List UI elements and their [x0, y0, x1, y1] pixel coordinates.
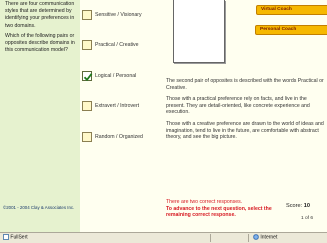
answer-option-random-organized[interactable]: Random / Organized — [82, 132, 167, 146]
answer-label: Sensitive / Visionary — [95, 12, 142, 18]
browser-status-bar: FullSert Internet — [0, 232, 327, 243]
answer-label: Extravert / Introvert — [95, 103, 140, 109]
answer-option-sensitive-visionary[interactable]: Sensitive / Visionary — [82, 10, 167, 24]
zone-indicator: Internet — [253, 234, 277, 240]
score-display: Score: 10 — [286, 203, 310, 209]
score-value: 10 — [303, 203, 310, 209]
question-prompt: Which of the following pairs or opposite… — [5, 32, 75, 54]
explanation-paragraph: Those with a creative preference are dra… — [166, 120, 324, 141]
feedback-line-1: There are two correct responses. — [166, 199, 243, 205]
question-intro: There are four communication styles that… — [5, 1, 75, 29]
page-counter: 1 of 6 — [301, 216, 314, 221]
feedback-bold-prefix: To — [166, 205, 172, 212]
score-label: Score: — [286, 203, 303, 209]
explanation-paragraph: The second pair of opposites is describe… — [166, 78, 324, 91]
answer-checkbox[interactable] — [82, 40, 92, 50]
answer-label: Practical / Creative — [95, 42, 139, 48]
page-icon — [3, 234, 9, 240]
zone-label: Internet — [260, 234, 278, 241]
answer-option-logical-personal[interactable]: Logical / Personal — [82, 71, 167, 85]
statusbar-divider — [210, 234, 211, 242]
statusbar-divider — [248, 234, 249, 242]
copyright-notice: ©2001 - 2004 Clay & Associates Inc. — [3, 205, 75, 210]
answer-label: Logical / Personal — [95, 73, 137, 79]
answer-label: Random / Organized — [95, 134, 143, 140]
status-label: FullSert — [10, 234, 28, 241]
status-text: FullSert — [3, 234, 28, 240]
answer-option-practical-creative[interactable]: Practical / Creative — [82, 40, 167, 54]
question-text: There are four communication styles that… — [5, 1, 78, 57]
personal-coach-button[interactable]: Personal Coach — [255, 25, 327, 35]
illustration-frame — [173, 0, 225, 63]
answer-option-extravert-introvert[interactable]: Extravert / Introvert — [82, 101, 167, 115]
answer-checkbox[interactable] — [82, 10, 92, 20]
feedback-bold-text: advance to the next question, select the… — [166, 205, 272, 219]
internet-globe-icon — [253, 234, 259, 240]
feedback-message: There are two correct responses. To adva… — [166, 199, 284, 219]
answer-checkbox-checked[interactable] — [82, 71, 93, 82]
answer-checkbox[interactable] — [82, 101, 92, 111]
question-panel: There are four communication styles that… — [0, 0, 80, 232]
check-icon — [83, 73, 93, 82]
feedback-line-2: To advance to the next question, select … — [166, 206, 284, 219]
explanation-paragraph: Those with a practical preference rely o… — [166, 96, 310, 116]
lesson-page: There are four communication styles that… — [0, 0, 327, 232]
virtual-coach-button[interactable]: Virtual Coach — [256, 5, 327, 15]
answer-checkbox[interactable] — [82, 132, 92, 142]
explanation-text: The second pair of opposites is describe… — [166, 78, 324, 146]
